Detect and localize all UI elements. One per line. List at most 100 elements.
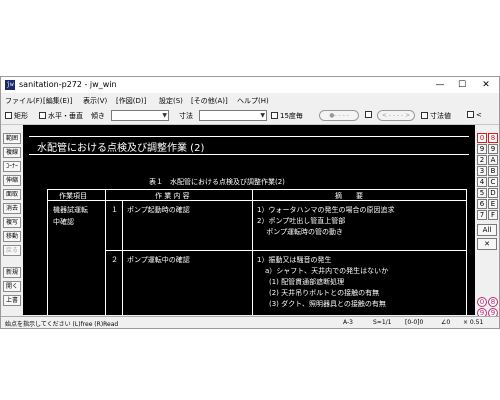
layer-3-button[interactable]: 3 xyxy=(477,166,487,176)
tilt-label: 傾き xyxy=(91,112,105,120)
last-checkbox[interactable] xyxy=(467,111,474,118)
chevron-down-icon: ▼ xyxy=(260,112,265,119)
group-0-button[interactable]: 0 xyxy=(477,297,487,307)
chevron-down-icon: ▼ xyxy=(162,112,167,119)
table-col1-border xyxy=(105,189,106,315)
menu-help[interactable]: ヘルプ(H) xyxy=(237,96,269,106)
tilt-dropdown[interactable]: ▼ xyxy=(111,110,169,121)
menu-file[interactable]: ファイル(F) xyxy=(5,96,43,106)
window-title: sanitation-p272 - jw_win xyxy=(19,80,117,89)
row-1-note-3: ポンプ運転時の管の動き xyxy=(257,228,344,236)
tool-options-bar: 矩形 水平・垂直 傾き ▼ 寸法 ▼ 15度毎 ●- - - - < - - -… xyxy=(1,109,499,123)
item-line-2: 中確認 xyxy=(53,218,74,226)
arrow-option[interactable] xyxy=(365,111,374,119)
close-button[interactable]: ✕ xyxy=(475,78,497,92)
heading-rule-top xyxy=(29,136,469,137)
layer-D-button[interactable]: D xyxy=(488,188,498,198)
hv-label: 水平・垂直 xyxy=(48,112,83,120)
layer-cross-button[interactable]: ✕ xyxy=(477,238,497,250)
layer-5-button[interactable]: 5 xyxy=(477,188,487,198)
layer-C-button[interactable]: C xyxy=(488,177,498,187)
tool-undo[interactable]: 戻る xyxy=(3,245,21,256)
row-1-note-2: 2）ポンプ吐出し管直上管部 xyxy=(257,217,346,225)
rect-label: 矩形 xyxy=(14,112,28,120)
menu-settings[interactable]: 設定(S) xyxy=(159,96,183,106)
menu-view[interactable]: 表示(V) xyxy=(83,96,107,106)
tool-range[interactable]: 範囲 xyxy=(3,133,21,144)
tool-parallel-line[interactable]: 複線 xyxy=(3,147,21,158)
layer-8-button[interactable]: 8 xyxy=(488,133,498,143)
item-line-1: 機器試運転 xyxy=(53,206,88,214)
drawing-canvas[interactable]: 水配管における点検及び調整作業 (2) 表１ 水配管における点検及び調整作業(2… xyxy=(23,125,475,315)
row-2-note-5: (3) ダクト、照明器具との接触の有無 xyxy=(269,300,386,308)
layer-all-button[interactable]: All xyxy=(477,224,497,236)
row-2-note-3: (1) 配管貫通部遮断処理 xyxy=(269,278,345,286)
rect-checkbox[interactable] xyxy=(5,112,12,119)
last-label: < xyxy=(476,111,482,119)
layer-6-button[interactable]: 6 xyxy=(477,199,487,209)
app-icon: jw xyxy=(5,80,15,90)
minimize-button[interactable]: — xyxy=(429,78,451,92)
tool-overwrite[interactable]: 上書 xyxy=(3,295,21,306)
row-2-note-1: 1）振動又は騒音の発生 xyxy=(257,256,332,264)
dimvalue-option[interactable]: 寸法値 xyxy=(421,111,451,121)
status-layer[interactable]: [0-0]0 xyxy=(405,319,423,326)
layer-1-button[interactable]: 9 xyxy=(477,144,487,154)
menu-edit[interactable]: [編集(E)] xyxy=(43,96,72,106)
deg15-checkbox[interactable] xyxy=(271,112,278,119)
status-scale[interactable]: S=1/1 xyxy=(373,319,392,326)
deg15-label: 15度毎 xyxy=(280,112,303,120)
table-num-border xyxy=(122,200,123,315)
table-row-divider xyxy=(105,250,467,251)
layer-2-button[interactable]: 2 xyxy=(477,155,487,165)
dimvalue-label: 寸法値 xyxy=(430,112,451,120)
title-bar: jw sanitation-p272 - jw_win — ☐ ✕ xyxy=(1,77,499,93)
point-mode-button[interactable]: ●- - - - xyxy=(319,110,359,121)
layer-7-button[interactable]: 7 xyxy=(477,210,487,220)
deg15-option[interactable]: 15度毎 xyxy=(271,111,303,121)
row-1-content: ポンプ起動時の確認 xyxy=(127,206,190,214)
last-option[interactable]: < xyxy=(467,111,482,119)
arrow-checkbox[interactable] xyxy=(365,111,372,118)
hv-option[interactable]: 水平・垂直 xyxy=(39,111,83,121)
hv-checkbox[interactable] xyxy=(39,112,46,119)
row-1-note-1: 1）ウォータハンマの発生の場合の原因追求 xyxy=(257,206,395,214)
menu-draw[interactable]: [作図(D)] xyxy=(116,96,146,106)
status-bar: 始点を指示してください (L)free (R)Read A-3 S=1/1 [0… xyxy=(1,316,499,328)
tool-erase[interactable]: 消去 xyxy=(3,203,21,214)
app-window: jw sanitation-p272 - jw_win — ☐ ✕ ファイル(F… xyxy=(0,76,500,329)
status-angle[interactable]: ∠0 xyxy=(441,319,450,326)
status-paper-size[interactable]: A-3 xyxy=(343,319,353,326)
tool-copy[interactable]: 複写 xyxy=(3,217,21,228)
tool-corner[interactable]: ｺｰﾅｰ xyxy=(3,161,21,172)
status-message: 始点を指示してください (L)free (R)Read xyxy=(5,321,119,328)
row-2-note-4: (2) 天井吊りボルトとの接触の有無 xyxy=(269,289,380,297)
heading-rule-bottom xyxy=(29,154,469,155)
tool-open[interactable]: 開く xyxy=(3,281,21,292)
tool-move[interactable]: 移動 xyxy=(3,231,21,242)
row-1-number: １ xyxy=(111,206,118,214)
layer-F-button[interactable]: F xyxy=(488,210,498,220)
group-8-button[interactable]: 8 xyxy=(488,297,498,307)
layer-group-0-button[interactable]: 0 xyxy=(477,133,487,143)
layer-B-button[interactable]: B xyxy=(488,166,498,176)
layer-E-button[interactable]: E xyxy=(488,199,498,209)
layer-A-button[interactable]: A xyxy=(488,155,498,165)
header-work-item: 作業項目 xyxy=(59,192,87,200)
dimvalue-checkbox[interactable] xyxy=(421,112,428,119)
tool-chamfer[interactable]: 面取 xyxy=(3,189,21,200)
tool-new[interactable]: 新規 xyxy=(3,267,21,278)
table-right-border xyxy=(466,189,467,315)
row-2-number: ２ xyxy=(111,256,118,264)
layer-4-button[interactable]: 4 xyxy=(477,177,487,187)
maximize-button[interactable]: ☐ xyxy=(451,78,473,92)
status-zoom[interactable]: × 0.51 xyxy=(463,319,483,326)
arrow-mode-button[interactable]: < - - - - > xyxy=(377,110,415,121)
layer-9-button[interactable]: 9 xyxy=(488,144,498,154)
dim-dropdown[interactable]: ▼ xyxy=(199,110,267,121)
table-left-border xyxy=(47,189,48,315)
header-notes: 摘 要 xyxy=(335,192,363,200)
rect-option[interactable]: 矩形 xyxy=(5,111,28,121)
menu-other[interactable]: [その他(A)] xyxy=(191,96,228,106)
tool-stretch[interactable]: 伸縮 xyxy=(3,175,21,186)
